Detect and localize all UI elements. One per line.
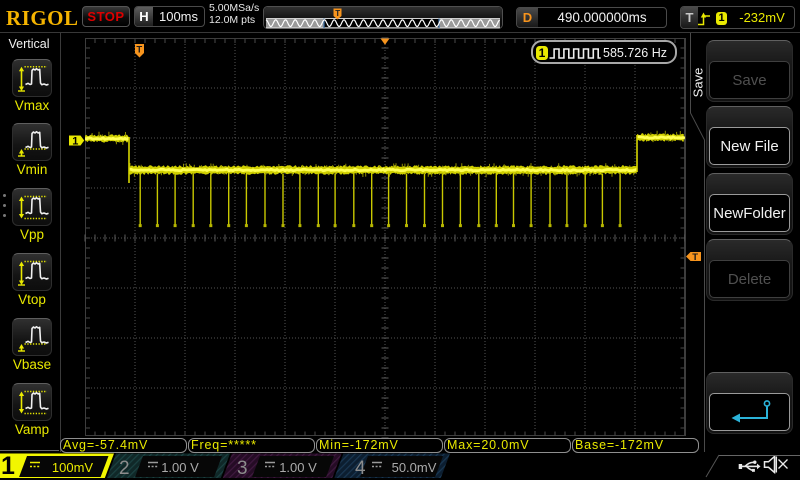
svg-text:T: T bbox=[335, 9, 340, 18]
svg-text:T: T bbox=[692, 252, 698, 263]
svg-text:1: 1 bbox=[72, 135, 78, 147]
svg-text:T: T bbox=[136, 45, 142, 56]
